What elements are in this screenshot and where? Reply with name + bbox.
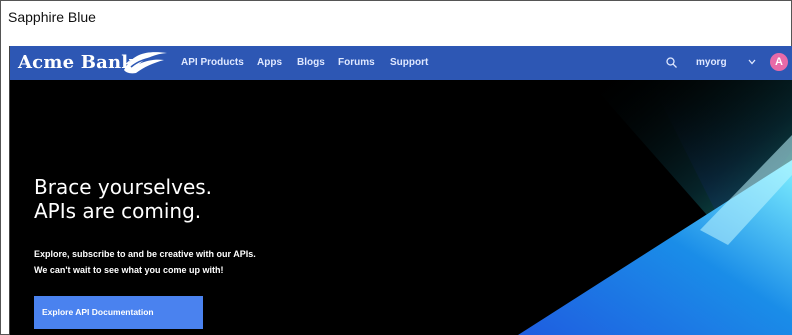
hero-subtext-line-2: We can't wait to see what you come up wi… — [34, 265, 224, 275]
hero-headline-line-2: APIs are coming. — [34, 199, 202, 223]
hero-headline: Brace yourselves. APIs are coming. — [34, 175, 212, 223]
hero-subtext-line-1: Explore, subscribe to and be creative wi… — [34, 249, 256, 259]
hero-subtext: Explore, subscribe to and be creative wi… — [34, 246, 256, 278]
nav-api-products[interactable]: API Products — [181, 57, 244, 68]
explore-api-docs-button[interactable]: Explore API Documentation — [34, 296, 203, 329]
search-icon[interactable] — [666, 57, 677, 68]
chevron-down-icon[interactable] — [748, 59, 756, 65]
portal-screenshot: Acme Bank API Products Apps Blogs Forums… — [9, 46, 792, 335]
logo-wing-icon — [124, 52, 167, 74]
hero-headline-line-1: Brace yourselves. — [34, 175, 213, 199]
nav-blogs[interactable]: Blogs — [297, 57, 325, 68]
org-selector[interactable]: myorg — [696, 57, 727, 68]
hero-banner: Brace yourselves. APIs are coming. Explo… — [10, 80, 792, 335]
top-navigation-bar: Acme Bank API Products Apps Blogs Forums… — [10, 46, 792, 80]
screenshot-frame: Sapphire Blue Acme Bank API Products App… — [0, 0, 792, 335]
nav-apps[interactable]: Apps — [257, 57, 282, 68]
user-avatar[interactable]: A — [770, 53, 788, 71]
brand-name[interactable]: Acme Bank — [18, 52, 134, 73]
theme-caption: Sapphire Blue — [8, 9, 96, 25]
nav-forums[interactable]: Forums — [338, 57, 375, 68]
nav-support[interactable]: Support — [390, 57, 428, 68]
